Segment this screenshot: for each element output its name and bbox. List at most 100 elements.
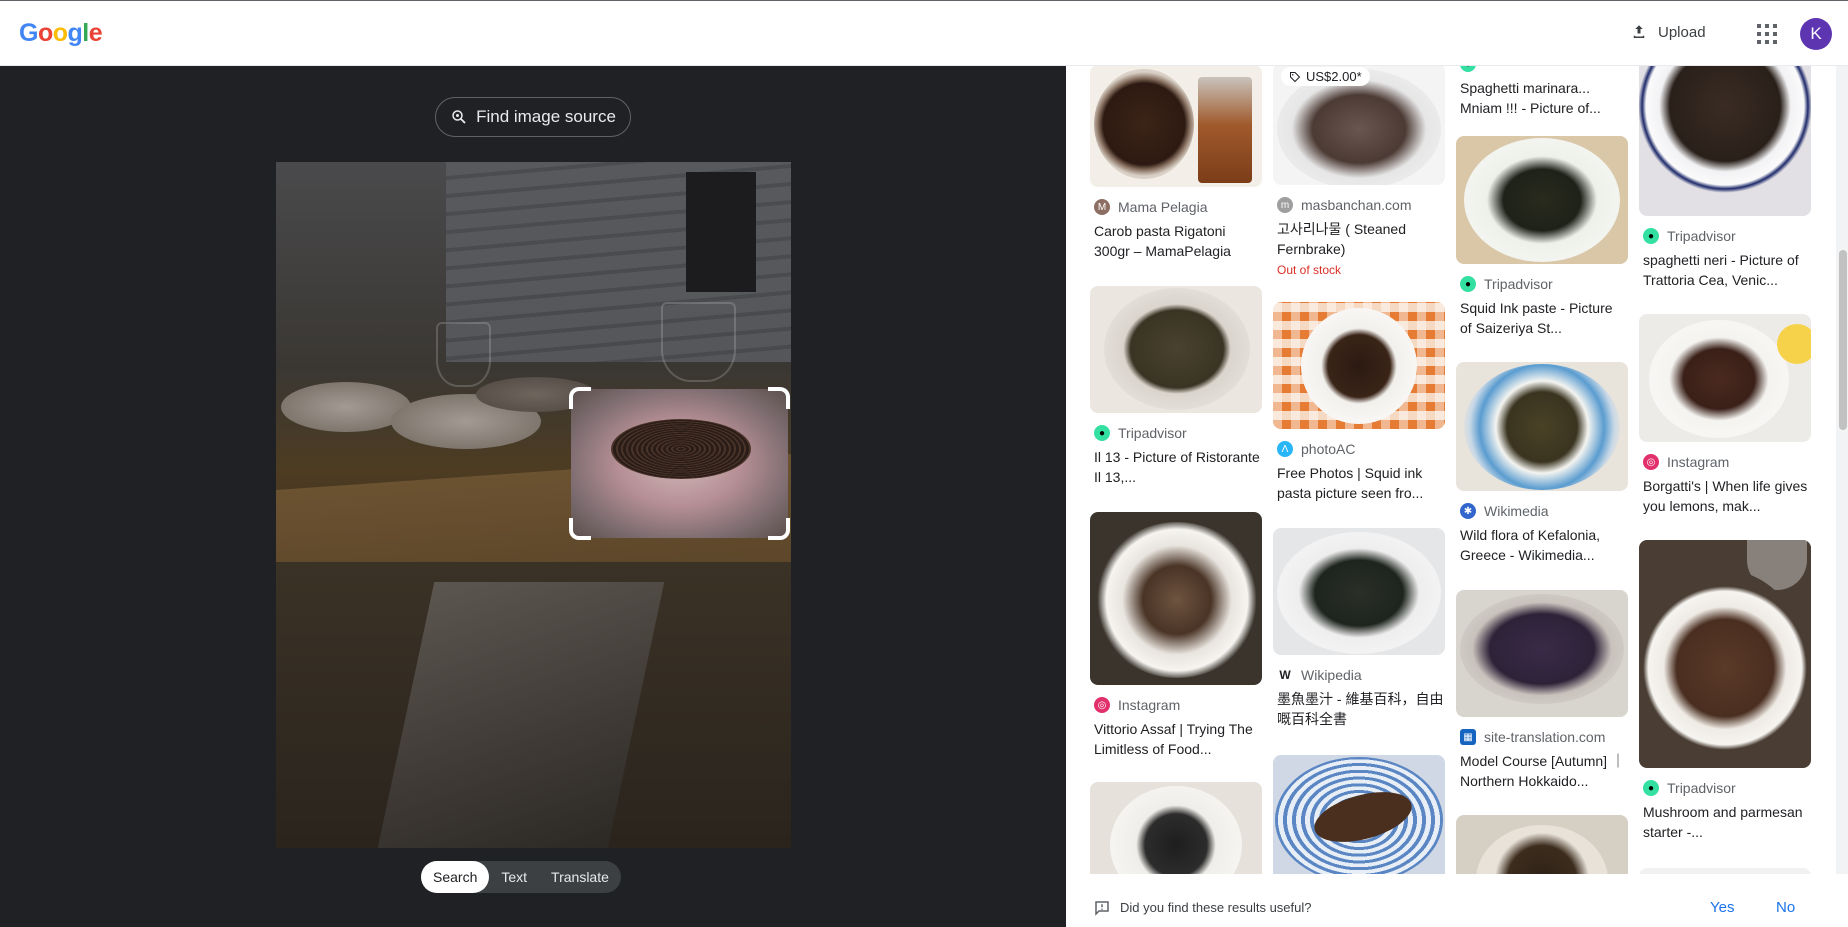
result-title: Model Course [Autumn] ｜Northern Hokkaido…	[1460, 753, 1625, 789]
pasta-plate	[1277, 69, 1441, 185]
mode-search[interactable]: Search	[421, 861, 490, 893]
tripadvisor-icon: ●	[1460, 276, 1476, 292]
upload-icon	[1633, 25, 1645, 38]
result-card[interactable]	[1639, 868, 1811, 874]
google-logo[interactable]: Google	[19, 19, 103, 48]
result-card[interactable]: ● Tripadvisor spaghetti neri - Picture of…	[1639, 66, 1811, 290]
crop-handle-bottom-left[interactable]	[569, 518, 591, 540]
results-scrollbar-track[interactable]	[1836, 66, 1848, 874]
price-value: US$2.00*	[1306, 69, 1362, 84]
source-name: Instagram	[1667, 454, 1730, 470]
result-card[interactable]	[1273, 755, 1445, 874]
pasta-plate	[1639, 66, 1811, 196]
result-source: m masbanchan.com	[1273, 197, 1445, 213]
dark-window	[686, 172, 756, 292]
result-source: ▦ site-translation.com	[1456, 729, 1628, 745]
result-card[interactable]: ● Tripadvisor Squid Ink paste - Picture o…	[1456, 136, 1628, 338]
feedback-question: Did you find these results useful?	[1120, 900, 1312, 915]
mode-translate[interactable]: Translate	[539, 861, 621, 893]
result-card[interactable]: ◎ Instagram Borgatti's | When life gives …	[1639, 314, 1811, 516]
result-thumbnail	[1456, 815, 1628, 874]
pasta-plate	[1460, 594, 1624, 704]
result-thumbnail	[1273, 755, 1445, 874]
result-thumbnail	[1456, 136, 1628, 264]
logo-letter: o	[52, 19, 68, 47]
source-name: masbanchan.com	[1301, 197, 1412, 213]
result-card[interactable]	[1090, 782, 1262, 874]
result-title: Carob pasta Rigatoni 300gr – MamaPelagia	[1094, 223, 1231, 259]
feedback-no-button[interactable]: No	[1776, 899, 1795, 916]
result-card[interactable]: US$2.00* m masbanchan.com 고사리나물 ( Steaned…	[1273, 66, 1445, 277]
visual-matches-grid: M Mama Pelagia Carob pasta Rigatoni 300gr…	[1066, 66, 1836, 874]
feedback-icon	[1095, 901, 1109, 916]
results-scrollbar-thumb[interactable]	[1839, 250, 1847, 430]
result-source: ● Tripadvisor	[1639, 228, 1811, 244]
pasta-plate	[1464, 364, 1620, 490]
account-avatar[interactable]: K	[1800, 18, 1832, 50]
wikimedia-icon: ✱	[1460, 503, 1476, 519]
result-source: ΛphotoAC	[1273, 441, 1445, 457]
upload-button[interactable]: Upload	[1630, 23, 1706, 41]
result-card[interactable]: ▦ site-translation.com Model Course [Autu…	[1456, 590, 1628, 791]
crop-handle-bottom-right[interactable]	[768, 518, 790, 540]
crop-handle-top-right[interactable]	[768, 387, 790, 409]
mode-text[interactable]: Text	[489, 861, 539, 893]
selected-pasta	[611, 419, 751, 479]
result-thumbnail	[1273, 528, 1445, 655]
upload-label: Upload	[1658, 23, 1706, 41]
pasta-plate	[1094, 522, 1260, 678]
source-name: Instagram	[1118, 697, 1181, 713]
result-source: ●	[1456, 66, 1628, 72]
crop-selection[interactable]	[569, 387, 790, 540]
source-name: Wikipedia	[1301, 667, 1362, 683]
result-card[interactable]: M Mama Pelagia Carob pasta Rigatoni 300gr…	[1090, 66, 1262, 261]
lens-mode-switcher: Search Text Translate	[421, 861, 621, 893]
crop-handle-top-left[interactable]	[569, 387, 591, 409]
result-thumbnail	[1639, 66, 1811, 216]
result-card[interactable]: W Wikipedia 墨魚墨汁 - 維基百科，自由嘅百科全書	[1273, 528, 1445, 729]
result-card[interactable]	[1456, 815, 1628, 874]
pasta-plate	[1277, 532, 1441, 654]
result-card[interactable]: ΛphotoAC Free Photos | Squid ink pasta p…	[1273, 302, 1445, 503]
apps-grid-icon[interactable]	[1756, 23, 1778, 45]
lens-search-icon	[452, 110, 466, 124]
source-name: Tripadvisor	[1667, 228, 1736, 244]
result-thumbnail	[1273, 302, 1445, 429]
result-source: ● Tripadvisor	[1090, 425, 1262, 441]
result-source: ● Tripadvisor	[1639, 780, 1811, 796]
logo-letter: g	[67, 19, 83, 47]
lens-image-pane: Find image source Search Text Translate	[0, 66, 1066, 927]
result-card[interactable]: ● Tripadvisor Il 13 - Picture of Ristoran…	[1090, 286, 1262, 487]
logo-letter: o	[37, 19, 53, 47]
source-name: Wikimedia	[1484, 503, 1549, 519]
result-title: Spaghetti marinara... Mniam !!! - Pictur…	[1460, 80, 1601, 116]
find-image-source-button[interactable]: Find image source	[435, 97, 631, 137]
pasta-bowl	[1649, 320, 1789, 438]
result-card[interactable]: ◎ Instagram Vittorio Assaf | Trying The L…	[1090, 512, 1262, 759]
result-card[interactable]: ● Tripadvisor Mushroom and parmesan start…	[1639, 540, 1811, 842]
result-card[interactable]: ● Spaghetti marinara... Mniam !!! - Pict…	[1456, 66, 1628, 118]
pasta-package	[1198, 77, 1252, 183]
result-card[interactable]: ✱ Wikimedia Wild flora of Kefalonia, Gree…	[1456, 362, 1628, 565]
result-title: 墨魚墨汁 - 維基百科，自由嘅百科全書	[1277, 691, 1444, 727]
top-bar: Google Upload K	[0, 0, 1848, 66]
result-source: ● Tripadvisor	[1456, 276, 1628, 292]
result-thumbnail	[1456, 362, 1628, 491]
result-thumbnail	[1090, 66, 1262, 187]
lemon	[1777, 324, 1811, 364]
result-title: Vittorio Assaf | Trying The Limitless of…	[1094, 721, 1253, 757]
result-title: Il 13 - Picture of Ristorante Il 13,...	[1094, 449, 1260, 485]
wikipedia-icon: W	[1277, 667, 1293, 683]
result-thumbnail	[1639, 314, 1811, 442]
result-source: M Mama Pelagia	[1090, 199, 1262, 215]
result-title: spaghetti neri - Picture of Trattoria Ce…	[1643, 252, 1799, 288]
result-source: ✱ Wikimedia	[1456, 503, 1628, 519]
result-title: Borgatti's | When life gives you lemons,…	[1643, 478, 1808, 514]
result-thumbnail	[1090, 286, 1262, 413]
source-name: Tripadvisor	[1667, 780, 1736, 796]
mama-pelagia-icon: M	[1094, 199, 1110, 215]
logo-letter: e	[88, 19, 103, 47]
site-translation-icon: ▦	[1460, 729, 1476, 745]
source-name: Mama Pelagia	[1118, 199, 1208, 215]
feedback-yes-button[interactable]: Yes	[1710, 899, 1734, 916]
